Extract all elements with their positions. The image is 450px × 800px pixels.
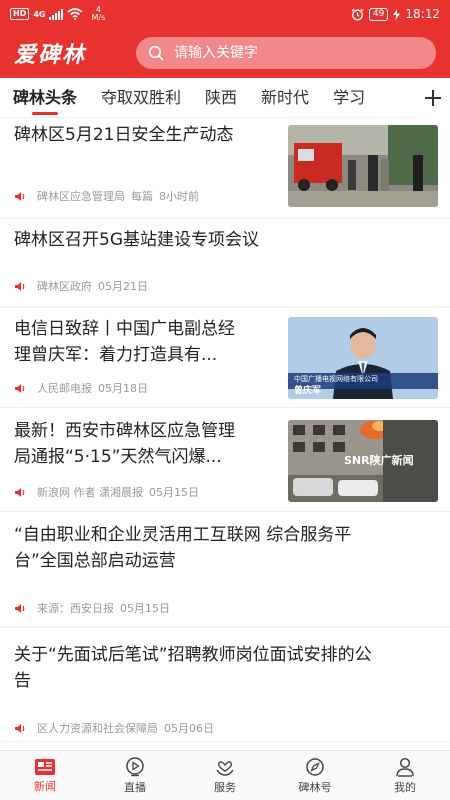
speaker-icon xyxy=(15,383,25,393)
news-meta: 碑林区政府 05月21日 xyxy=(14,278,148,294)
news-time: 05月21日 xyxy=(98,280,148,293)
speaker-icon xyxy=(15,281,25,291)
tab-double-victory[interactable]: 夺取双胜利 xyxy=(101,78,181,118)
search-bar[interactable] xyxy=(136,37,436,69)
nav-profile[interactable]: 我的 xyxy=(360,751,450,800)
speaker-icon xyxy=(15,603,25,613)
news-source: 碑林区应急管理局 xyxy=(37,190,125,203)
app-logo: 爱碑林 xyxy=(14,42,87,68)
net-speed-unit: M/s xyxy=(91,13,106,22)
fire-truck-image xyxy=(288,125,438,207)
tab-study[interactable]: 学习 xyxy=(333,78,365,118)
nav-news[interactable]: 新闻 xyxy=(0,751,90,800)
news-item[interactable]: 碑林区召开5G基站建设专项会议 碑林区政府 05月21日 xyxy=(0,218,450,308)
news-meta: 区人力资源和社会保障局 05月06日 xyxy=(14,720,214,736)
nav-beilin-account-label: 碑林号 xyxy=(298,780,332,794)
tab-headlines[interactable]: 碑林头条 xyxy=(13,78,77,118)
news-title-line: 碑林区5月21日安全生产动态 xyxy=(14,125,234,145)
news-title: 关于“先面试后笔试”招聘教师岗位面试安排的公 告 xyxy=(14,642,434,694)
news-item[interactable]: 电信日致辞丨中国广电副总经 理曾庆军：着力打造具有... 人民邮电报 05月18… xyxy=(0,308,450,408)
news-meta: 新浪网 作者 潇湘晨报 05月15日 xyxy=(14,484,199,500)
news-title: 电信日致辞丨中国广电副总经 理曾庆军：着力打造具有... xyxy=(14,316,279,368)
news-title-line: 最新！西安市碑林区应急管理 xyxy=(14,421,235,441)
news-item[interactable]: “自由职业和企业灵活用工互联网 综合服务平 台”全国总部启动运营 来源：西安日报… xyxy=(0,512,450,628)
clock: 18:12 xyxy=(405,7,440,21)
signal-icon xyxy=(49,8,64,20)
nav-live[interactable]: 直播 xyxy=(90,751,180,800)
live-icon xyxy=(126,756,144,776)
news-title-line: 局通报“5·15”天然气闪爆... xyxy=(14,447,222,467)
news-source: 区人力资源和社会保障局 xyxy=(37,722,158,735)
battery-level: 49 xyxy=(368,7,389,21)
speaker-icon xyxy=(15,487,25,497)
news-thumbnail: 中国广播电视网络有限公司 曾庆军 xyxy=(288,317,438,399)
nav-service[interactable]: 服务 xyxy=(180,751,270,800)
speaker-icon xyxy=(15,723,25,733)
network-type: 4G xyxy=(33,9,46,19)
search-input[interactable] xyxy=(174,45,394,61)
news-source: 来源：西安日报 xyxy=(37,602,114,615)
tab-shaanxi[interactable]: 陕西 xyxy=(205,78,237,118)
alarm-icon xyxy=(351,8,364,20)
news-source: 人民邮电报 xyxy=(37,382,92,395)
news-title-line: 碑林区召开5G基站建设专项会议 xyxy=(14,230,259,250)
nav-news-label: 新闻 xyxy=(34,779,56,793)
bottom-navigation: 新闻 直播 服务 碑林号 我的 xyxy=(0,750,450,800)
news-title-line: 告 xyxy=(14,671,31,691)
news-thumbnail: SNR陕广新闻 xyxy=(288,420,438,502)
search-icon xyxy=(148,45,164,61)
tab-new-era[interactable]: 新时代 xyxy=(261,78,309,118)
news-title: “自由职业和企业灵活用工互联网 综合服务平 台”全国总部启动运营 xyxy=(14,522,434,574)
add-channel-button[interactable] xyxy=(416,77,450,118)
nav-profile-label: 我的 xyxy=(394,780,416,794)
charging-icon xyxy=(393,8,401,20)
news-title: 碑林区召开5G基站建设专项会议 xyxy=(14,227,434,253)
news-item[interactable]: 最新！西安市碑林区应急管理 局通报“5·15”天然气闪爆... 新浪网 作者 潇… xyxy=(0,408,450,512)
nav-service-label: 服务 xyxy=(214,780,236,794)
thumbnail-watermark: SNR陕广新闻 xyxy=(344,454,414,467)
news-time: 05月18日 xyxy=(98,382,148,395)
profile-icon xyxy=(396,757,414,777)
hd-indicator: HD xyxy=(10,8,30,20)
news-title-line: 电信日致辞丨中国广电副总经 xyxy=(14,319,235,339)
news-title: 最新！西安市碑林区应急管理 局通报“5·15”天然气闪爆... xyxy=(14,418,279,470)
compass-icon xyxy=(306,757,324,776)
news-meta: 来源：西安日报 05月15日 xyxy=(14,600,170,616)
news-extra: 每篇 xyxy=(131,190,153,203)
news-source: 碑林区政府 xyxy=(37,280,92,293)
channel-tabs: 碑林头条 夺取双胜利 陕西 新时代 学习 xyxy=(0,77,450,118)
news-title: 碑林区5月21日安全生产动态 xyxy=(14,122,279,148)
status-bar: HD 4G 4 M/s 49 18:12 xyxy=(0,0,450,28)
news-time: 05月15日 xyxy=(149,486,199,499)
nav-beilin-account[interactable]: 碑林号 xyxy=(270,751,360,800)
news-feed: 碑林区5月21日安全生产动态 碑林区应急管理局 每篇 8小时前 碑林区召开5G基… xyxy=(0,118,450,750)
plus-icon xyxy=(425,89,441,106)
thumbnail-caption-org: 中国广播电视网络有限公司 xyxy=(294,375,378,383)
news-item[interactable]: 关于“先面试后笔试”招聘教师岗位面试安排的公 告 区人力资源和社会保障局 05月… xyxy=(0,628,450,742)
service-icon xyxy=(216,760,234,776)
news-title-line: 台”全国总部启动运营 xyxy=(14,551,176,571)
speaker-icon xyxy=(15,191,25,201)
news-title-line: 理曾庆军：着力打造具有... xyxy=(14,345,218,365)
news-title-line: “自由职业和企业灵活用工互联网 综合服务平 xyxy=(14,525,352,545)
news-thumbnail xyxy=(288,125,438,207)
nav-live-label: 直播 xyxy=(124,780,146,794)
thumbnail-caption: 中国广播电视网络有限公司 xyxy=(294,375,378,383)
news-time: 8小时前 xyxy=(159,190,199,203)
news-meta: 碑林区应急管理局 每篇 8小时前 xyxy=(14,188,199,204)
app-header: 爱碑林 xyxy=(0,28,450,78)
news-icon xyxy=(35,758,55,775)
news-time: 05月06日 xyxy=(164,722,214,735)
news-time: 05月15日 xyxy=(120,602,170,615)
news-source: 新浪网 作者 潇湘晨报 xyxy=(37,486,143,499)
news-item[interactable]: 碑林区5月21日安全生产动态 碑林区应急管理局 每篇 8小时前 xyxy=(0,118,450,218)
wifi-icon xyxy=(67,8,84,20)
news-title-line: 关于“先面试后笔试”招聘教师岗位面试安排的公 xyxy=(14,645,372,665)
thumbnail-caption-name: 曾庆军 xyxy=(294,386,322,396)
net-speed: 4 M/s xyxy=(91,6,105,22)
news-meta: 人民邮电报 05月18日 xyxy=(14,380,148,396)
